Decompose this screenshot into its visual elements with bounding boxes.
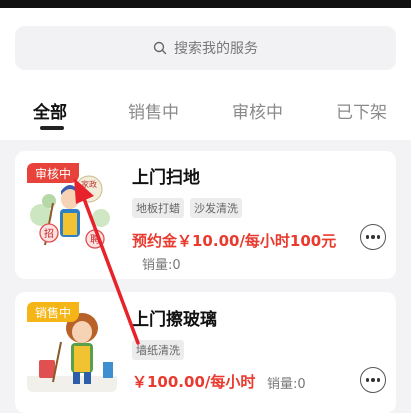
- service-thumbnail: 销售中: [27, 302, 117, 392]
- service-card[interactable]: 家政 招 聘 审核中 上门扫地 地板打蜡 沙发清洗 预约金￥10.00/每小时1…: [15, 151, 396, 279]
- service-tags: 墙纸清洗: [132, 340, 184, 360]
- svg-text:招: 招: [44, 227, 54, 240]
- search-input[interactable]: 搜索我的服务: [15, 26, 396, 70]
- page-header: 搜索我的服务 全部 销售中 审核中 已下架: [0, 8, 411, 140]
- active-tab-indicator: [40, 126, 64, 130]
- search-placeholder: 搜索我的服务: [174, 41, 258, 57]
- sales-count: 销量:0: [142, 258, 181, 273]
- tab-all[interactable]: 全部: [33, 98, 67, 123]
- svg-text:聘: 聘: [90, 233, 100, 246]
- service-tag: 墙纸清洗: [132, 340, 184, 360]
- dot-icon: [365, 235, 370, 239]
- status-badge: 销售中: [27, 302, 80, 322]
- more-options-button[interactable]: [360, 367, 386, 393]
- tab-on-sale[interactable]: 销售中: [128, 98, 179, 123]
- service-title: 上门扫地: [132, 168, 200, 188]
- service-card[interactable]: 销售中 上门擦玻璃 墙纸清洗 ￥100.00/每小时 销量:0: [15, 292, 396, 413]
- service-price: 预约金￥10.00/每小时100元: [132, 232, 337, 250]
- service-thumbnail: 家政 招 聘 审核中: [27, 163, 117, 253]
- status-badge: 审核中: [27, 163, 80, 183]
- status-bar: [0, 0, 411, 8]
- service-price: ￥100.00/每小时: [132, 373, 256, 391]
- dot-icon: [371, 378, 375, 382]
- dot-icon: [365, 378, 370, 382]
- service-title: 上门擦玻璃: [132, 310, 217, 330]
- dot-icon: [376, 235, 381, 239]
- more-options-button[interactable]: [360, 224, 386, 250]
- tab-under-review[interactable]: 审核中: [232, 98, 283, 123]
- sales-count: 销量:0: [267, 377, 306, 392]
- svg-text:家政: 家政: [81, 179, 97, 189]
- dot-icon: [376, 378, 381, 382]
- search-icon: [153, 41, 167, 55]
- dot-icon: [371, 235, 375, 239]
- service-tag: 地板打蜡: [132, 198, 184, 218]
- service-tag: 沙发清洗: [190, 198, 242, 218]
- tab-off-shelf[interactable]: 已下架: [336, 98, 387, 123]
- service-tags: 地板打蜡 沙发清洗: [132, 198, 242, 218]
